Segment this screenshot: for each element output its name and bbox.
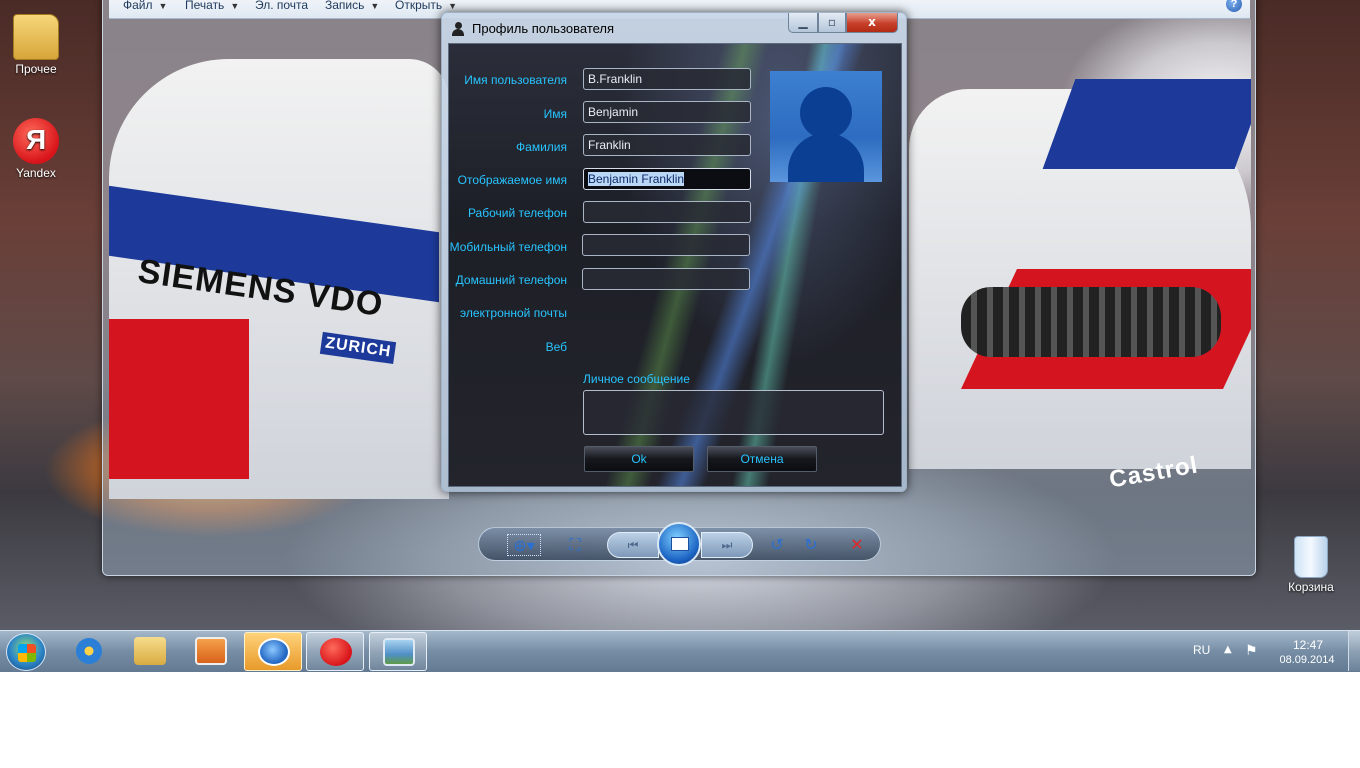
personal-message-input[interactable]	[583, 390, 884, 435]
menu-label: Запись	[325, 0, 365, 12]
fit-window-icon[interactable]: ⛶	[563, 534, 587, 556]
ok-button[interactable]: Ok	[584, 446, 694, 472]
desktop-icon-label: Корзина	[1288, 580, 1334, 594]
user-icon	[452, 22, 464, 36]
media-player-icon	[195, 637, 227, 665]
clock-date[interactable]: 08.09.2014	[1272, 654, 1342, 666]
app-icon	[258, 638, 290, 666]
chevron-down-icon: ▼	[448, 1, 458, 11]
desktop-icon-yandex[interactable]: Я Yandex	[1, 118, 71, 180]
taskbar-internet-explorer[interactable]	[60, 632, 118, 671]
maximize-icon: ▫	[827, 15, 837, 29]
minimize-icon: ▁	[798, 15, 808, 29]
viewer-toolbar: ⊕▾ ⛶ ⏮ ⏭ ↺ ↻ ✕	[478, 522, 881, 566]
next-button[interactable]: ⏭	[701, 532, 753, 558]
menu-label: Файл	[123, 0, 153, 12]
work-phone-label: Рабочий телефон	[467, 206, 567, 220]
user-profile-dialog: Профиль пользователя ▁ ▫ x Имя пользоват…	[441, 12, 907, 492]
first-name-label: Имя	[543, 107, 567, 121]
show-desktop-button[interactable]	[1348, 631, 1360, 671]
last-name-input[interactable]: Franklin	[583, 134, 751, 156]
mobile-phone-label: Мобильный телефон	[449, 240, 567, 254]
yandex-browser-icon	[320, 638, 352, 666]
folder-icon	[13, 14, 59, 60]
previous-button[interactable]: ⏮	[607, 532, 659, 558]
maximize-button[interactable]: ▫	[818, 13, 846, 33]
dialog-titlebar[interactable]: Профиль пользователя ▁ ▫ x	[442, 13, 906, 43]
internet-explorer-icon	[73, 637, 105, 665]
previous-icon: ⏮	[627, 538, 639, 552]
taskbar-file-explorer[interactable]	[121, 632, 179, 671]
taskbar-active-app[interactable]	[244, 632, 302, 671]
cancel-button[interactable]: Отмена	[707, 446, 817, 472]
yandex-browser-icon: Я	[13, 118, 59, 164]
desktop-icon-label: Прочее	[15, 62, 57, 76]
desktop: Прочее Я Yandex Корзина Файл ▼ Печать ▼ Эл…	[0, 0, 1360, 630]
car-grille	[961, 287, 1221, 357]
zoom-icon[interactable]: ⊕▾	[507, 534, 541, 556]
personal-message-label: Личное сообщение	[583, 372, 690, 386]
close-button[interactable]: x	[846, 13, 898, 33]
next-icon: ⏭	[721, 538, 733, 552]
avatar[interactable]	[770, 71, 882, 182]
selected-text: Benjamin Franklin	[588, 172, 685, 186]
language-indicator[interactable]: RU	[1193, 643, 1210, 657]
home-phone-input[interactable]	[582, 268, 750, 290]
menu-burn[interactable]: Запись ▼	[325, 0, 379, 17]
last-name-label: Фамилия	[516, 140, 567, 154]
slideshow-button[interactable]	[657, 522, 701, 566]
work-phone-input[interactable]	[583, 201, 751, 223]
chevron-down-icon: ▼	[158, 1, 168, 11]
username-label: Имя пользователя	[464, 73, 567, 87]
delete-icon[interactable]: ✕	[845, 534, 869, 556]
desktop-icon-label: Yandex	[16, 166, 56, 180]
menu-label: Эл. почта	[255, 0, 309, 12]
action-center-flag-icon[interactable]: ⚑	[1245, 643, 1258, 659]
chevron-down-icon: ▼	[370, 1, 380, 11]
dialog-title: Профиль пользователя	[472, 21, 615, 36]
rotate-cw-icon[interactable]: ↻	[799, 534, 823, 556]
mobile-phone-input[interactable]	[582, 234, 750, 256]
menu-label: Печать	[185, 0, 225, 12]
avatar-head	[800, 87, 852, 139]
clock-time[interactable]: 12:47	[1280, 638, 1336, 652]
menu-label: Открыть	[395, 0, 443, 12]
menu-print[interactable]: Печать ▼	[185, 0, 239, 17]
web-label: Веб	[545, 340, 567, 354]
start-button[interactable]	[6, 633, 46, 671]
windows-logo-icon	[18, 644, 36, 662]
car-blue-stripe	[1042, 79, 1251, 169]
avatar-body	[788, 133, 864, 182]
chevron-down-icon: ▼	[230, 1, 240, 11]
slideshow-icon	[671, 537, 689, 551]
recycle-bin-icon	[1294, 536, 1328, 578]
close-icon: x	[868, 15, 876, 29]
display-name-input[interactable]: Benjamin Franklin	[583, 168, 751, 190]
email-label: электронной почты	[459, 306, 567, 320]
first-name-input[interactable]: Benjamin	[583, 101, 751, 123]
home-phone-label: Домашний телефон	[455, 273, 567, 287]
photo-viewer-icon	[383, 638, 415, 666]
taskbar-yandex[interactable]	[306, 632, 364, 671]
display-name-label: Отображаемое имя	[457, 173, 567, 187]
menu-file[interactable]: Файл ▼	[123, 0, 167, 17]
car-red-stripe	[109, 319, 249, 479]
rotate-ccw-icon[interactable]: ↺	[765, 534, 789, 556]
help-icon[interactable]: ?	[1226, 0, 1242, 12]
dialog-content: Имя пользователя B.Franklin Имя Benjamin…	[448, 43, 902, 487]
username-input[interactable]: B.Franklin	[583, 68, 751, 90]
minimize-button[interactable]: ▁	[788, 13, 818, 33]
taskbar: RU ▲ ⚑ 12:47 08.09.2014	[0, 630, 1360, 672]
folder-icon	[134, 637, 166, 665]
desktop-icon-other[interactable]: Прочее	[1, 14, 71, 76]
desktop-icon-recycle-bin[interactable]: Корзина	[1276, 536, 1346, 594]
taskbar-media-player[interactable]	[182, 632, 240, 671]
show-hidden-icons-icon[interactable]: ▲	[1224, 644, 1232, 655]
taskbar-photo-viewer[interactable]	[369, 632, 427, 671]
yandex-glyph: Я	[25, 124, 47, 155]
menu-email[interactable]: Эл. почта	[255, 0, 308, 17]
